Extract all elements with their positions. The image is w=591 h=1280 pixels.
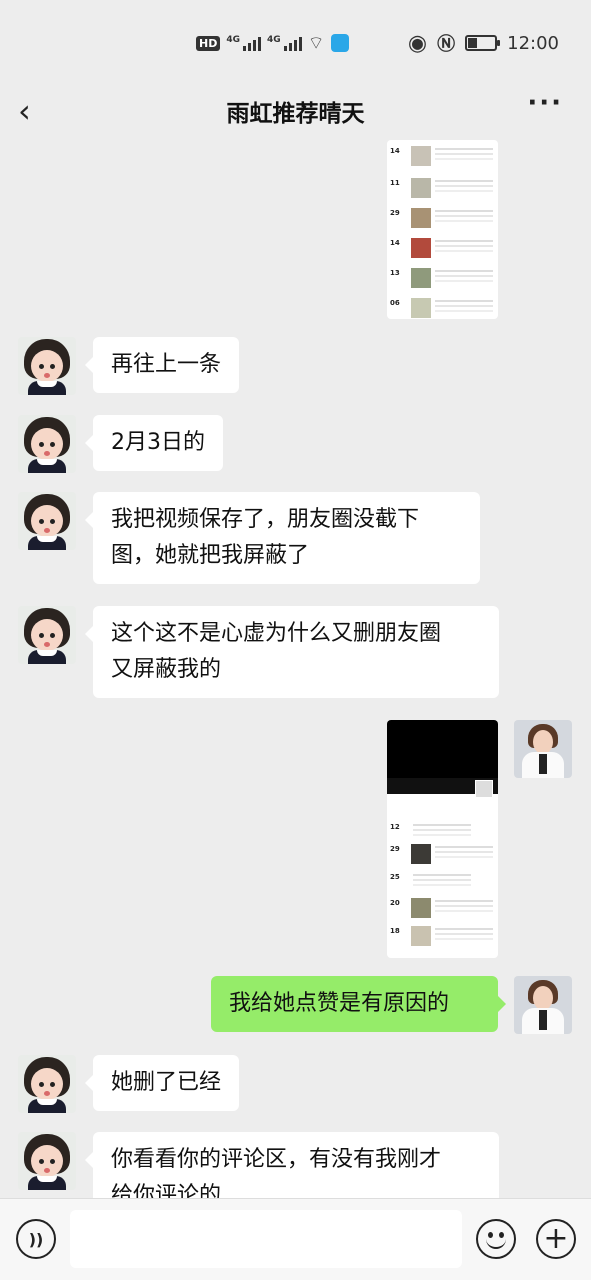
moment-row: 13: [387, 266, 498, 294]
my-avatar[interactable]: [514, 976, 572, 1034]
status-time: 12:00: [507, 32, 559, 54]
status-bar: HD 4G 4G ⌔ ◉ Ⓝ 12:00: [0, 0, 591, 84]
moment-row: 06: [387, 296, 498, 319]
plus-icon[interactable]: +: [536, 1219, 576, 1259]
message-list[interactable]: 14 11 29 14 13 06 再往上一条 2月3日的 我把视频保存了，朋友…: [0, 140, 591, 1198]
message-bubble[interactable]: 2月3日的: [85, 415, 223, 471]
message-bubble[interactable]: 你看看你的评论区，有没有我刚才 给你评论的: [85, 1132, 499, 1198]
thumbnail-image: [411, 146, 431, 166]
message-bubble[interactable]: 她删了已经: [84, 1055, 240, 1111]
thumbnail-image: [411, 898, 431, 918]
thumbnail-image: [411, 926, 431, 946]
message-input[interactable]: [70, 1210, 462, 1268]
thumbnail-image: [411, 208, 431, 228]
message-bubble[interactable]: 这个这不是心虚为什么又删朋友圈 又屏蔽我的: [85, 606, 499, 698]
message-bubble-own[interactable]: 我给她点赞是有原因的: [211, 976, 506, 1032]
signal-sim1-icon: 4G: [226, 35, 261, 51]
status-right: ◉ Ⓝ 12:00: [408, 30, 559, 56]
more-horizontal-icon[interactable]: ···: [527, 88, 563, 118]
eye-icon: ◉: [407, 30, 428, 56]
my-avatar[interactable]: [514, 720, 572, 778]
signal-sim2-icon: 4G: [267, 35, 302, 51]
hd-voice-badge: HD: [196, 35, 221, 51]
thumbnail-image: [411, 178, 431, 198]
thumbnail-image: [411, 298, 431, 318]
contact-avatar[interactable]: [18, 337, 76, 395]
voice-icon[interactable]: )): [16, 1219, 56, 1259]
thumbnail-image: [411, 844, 431, 864]
network-indicators: HD 4G 4G ⌔: [196, 30, 349, 56]
contact-avatar[interactable]: [18, 415, 76, 473]
moment-row: 29: [387, 206, 498, 234]
emoji-icon[interactable]: [476, 1219, 516, 1259]
battery-icon: [465, 35, 501, 51]
chat-header: ‹ 雨虹推荐晴天 ···: [0, 84, 591, 140]
thumbnail-image: [411, 238, 431, 258]
screenshot-profile-thumb: [475, 780, 493, 798]
nfc-icon: Ⓝ: [437, 34, 456, 55]
moment-row: 20: [387, 896, 498, 924]
moment-row: 11: [387, 176, 498, 204]
message-image-screenshot[interactable]: 14 11 29 14 13 06: [387, 140, 498, 319]
contact-avatar[interactable]: [18, 1132, 76, 1190]
contact-avatar[interactable]: [18, 1055, 76, 1113]
contact-avatar[interactable]: [18, 606, 76, 664]
app-notification-icon: [330, 34, 349, 52]
wifi-icon: ⌔: [307, 32, 325, 54]
message-bubble[interactable]: 再往上一条: [84, 337, 240, 393]
moment-row: 14: [387, 144, 498, 172]
chat-title: 雨虹推荐晴天: [226, 101, 365, 127]
message-image-screenshot[interactable]: 12 29 25 20 18: [387, 720, 498, 958]
input-bar: )) +: [0, 1198, 591, 1280]
moment-row: 29: [387, 842, 498, 870]
message-bubble[interactable]: 我把视频保存了，朋友圈没截下 图，她就把我屏蔽了: [85, 492, 480, 584]
contact-avatar[interactable]: [18, 492, 76, 550]
thumbnail-image: [411, 268, 431, 288]
moment-row: 18: [387, 924, 498, 952]
moment-row: 25: [387, 870, 498, 898]
moment-row: 14: [387, 236, 498, 264]
